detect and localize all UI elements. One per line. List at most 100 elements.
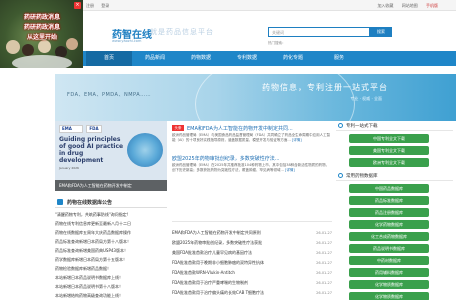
search-button[interactable]: 搜索	[370, 27, 392, 37]
announcement-header: 药物在线数据库公告	[55, 196, 167, 208]
download-icon	[338, 123, 343, 128]
news-title: FDA批准首款WRN-Vlukin-Antitch	[172, 270, 235, 275]
close-icon[interactable]: ×	[74, 2, 81, 9]
db-button-9[interactable]: 化学物质数据库	[349, 280, 429, 289]
featured-detail-link[interactable]: [详情]	[285, 168, 295, 172]
list-item[interactable]: 药品标准查询新增日本药局方第十八版本！	[55, 237, 167, 246]
list-item[interactable]: 药物在线数据库五周年大庆药品数据库操作	[55, 228, 167, 237]
featured-title[interactable]: EMA和FDA为人工智能在药物开发中制定共同...	[187, 126, 293, 132]
register-link[interactable]: 注册	[86, 3, 94, 8]
list-item[interactable]: "清醒药物专利，共筑药事防线"询问指定!	[55, 210, 167, 219]
eu-patent-button[interactable]: 欧洲专利全文下载	[349, 158, 429, 167]
news-title: 美国FDA批准首款治疗儿童罕见病的基因疗法	[172, 250, 253, 255]
list-item[interactable]: 药物检验数据库新增药品数据！	[55, 264, 167, 273]
section-divider	[172, 221, 332, 222]
list-item[interactable]: 药品标准查询新增美国药典USP43版本！	[55, 246, 167, 255]
featured-slide[interactable]: EMA FDA Guiding principles of good AI pr…	[55, 121, 167, 191]
photo-shape	[12, 55, 72, 68]
db-button-3[interactable]: 药品注册数据库	[349, 208, 429, 217]
news-title: FDA批准首款用于治疗严重哮喘的生物制剂	[172, 280, 249, 285]
patent-download-title: 专利一站式下载	[346, 124, 378, 129]
announcement-list: "清醒药物专利，共筑药事防线"询问指定! 药物在线专利信息库更新至最新八月十二日…	[55, 210, 167, 300]
announcement-title: 药物在线数据库公告	[67, 200, 113, 206]
db-button-7[interactable]: 中药材数据库	[349, 256, 429, 265]
banner-left-text: FDA、EMA、PMDA、NMPA……	[67, 92, 152, 98]
news-list: EMA和FDA为人工智能在药物开发中制定共同原则 26-01-27 欧盟2025年…	[172, 228, 332, 298]
mobile-link[interactable]: 手机版	[426, 3, 438, 8]
nav-item-patent-data[interactable]: 专利数据	[224, 51, 270, 66]
featured-summary: 欧洲药品管理局（EMA）在2025年共推荐批准104种药物上市，其中包括38种含…	[172, 163, 332, 178]
slide-caption[interactable]: EMA和FDA为人工智能在药物开发中制定	[55, 180, 167, 191]
nav-item-home[interactable]: 首页	[86, 51, 132, 66]
nav-item-services[interactable]: 服务	[316, 51, 362, 66]
list-item[interactable]: 本站新增日本药品说明书数据库上线！	[55, 273, 167, 282]
us-patent-button[interactable]: 美国专利全文下载	[349, 146, 429, 155]
featured-desc: 欧洲药品管理局（EMA）与美国食品药品监督管理局（FDA）共同确立了药品全生命周…	[172, 133, 331, 142]
db-button-4[interactable]: 化学药物数据库	[349, 220, 429, 229]
list-item[interactable]: FDA批准首款用于治疗严重哮喘的生物制剂 26-01-27	[172, 278, 332, 288]
promo-line-2: 药研药政消息	[23, 24, 60, 31]
nav-label: 服务	[333, 55, 344, 61]
list-item[interactable]: 美国FDA批准首款治疗儿童罕见病的基因疗法 26-01-27	[172, 248, 332, 258]
news-title: FDA批准首款用于晚期非小细胞肺癌的双特异性抗体	[172, 260, 265, 265]
news-date: 26-01-27	[316, 261, 332, 265]
cn-patent-button[interactable]: 中国专利全文下载	[349, 134, 429, 143]
featured-summary: 欧洲药品管理局（EMA）与美国食品药品监督管理局（FDA）共同确立了药品全生命周…	[172, 133, 332, 148]
promo-line-1: 药研药政消息	[23, 14, 60, 21]
utility-links: 加入收藏 网站地图 手机版	[370, 3, 438, 9]
news-title: 欧盟2025年药物审批创纪录，多数突破性疗法获批	[172, 240, 263, 245]
news-date: 26-01-27	[316, 271, 332, 275]
database-header: 常用药物数据库	[336, 171, 453, 181]
nav-item-news[interactable]: 药品新闻	[132, 51, 178, 66]
db-button-5[interactable]: 化工合成药物数据库	[349, 232, 429, 241]
database-icon	[338, 173, 343, 178]
list-item[interactable]: FDA批准首款用于晚期非小细胞肺癌的双特异性抗体 26-01-27	[172, 258, 332, 268]
db-button-6[interactable]: 药品说明书数据库	[349, 244, 429, 253]
sitemap-link[interactable]: 网站地图	[402, 3, 418, 8]
photo-shape	[38, 40, 51, 53]
nav-item-drug-data[interactable]: 药物数据	[178, 51, 224, 66]
list-item[interactable]: FDA批准首款用于治疗偏头痛的长效CAB T细胞疗法 26-01-27	[172, 288, 332, 298]
list-item[interactable]: 本站新增日本药品说明书第十八版本！	[55, 282, 167, 291]
search-input[interactable]: 关键词	[268, 27, 370, 37]
featured-title-row: 欧盟2025年药物审批创纪录，多数突破性疗法...	[172, 155, 332, 163]
promo-line-3: 从这里开始	[26, 34, 57, 41]
list-item[interactable]: FDA批准首款WRN-Vlukin-Antitch 26-01-27	[172, 268, 332, 278]
news-title: EMA和FDA为人工智能在药物开发中制定共同原则	[172, 230, 261, 235]
db-button-2[interactable]: 药品标准数据库	[349, 196, 429, 205]
hero-banner[interactable]: FDA、EMA、PMDA、NMPA…… 药物信息，专利注册一站式平台 专业 · …	[55, 74, 456, 121]
announcement-icon	[57, 199, 63, 205]
list-item[interactable]: 欧盟2025年药物审批创纪录，多数突破性疗法获批 26-01-27	[172, 238, 332, 248]
bookmark-link[interactable]: 加入收藏	[377, 3, 393, 8]
db-button-8[interactable]: 药用辅料数据库	[349, 268, 429, 277]
news-title: FDA批准首款用于治疗偏头痛的长效CAB T细胞疗法	[172, 290, 265, 295]
login-link[interactable]: 登录	[101, 3, 109, 8]
list-item[interactable]: 药学数据库新增日本药局方第十五版本！	[55, 255, 167, 264]
promo-popup[interactable]: 药研药政消息 药研药政消息 从这里开始 ×	[0, 0, 83, 68]
list-item[interactable]: 本站新增结构药物高级查询功能上线！	[55, 291, 167, 300]
list-item[interactable]: 药物在线专利信息库更新至最新八月十二日	[55, 219, 167, 228]
site-slogan: 就是药品信息平台	[150, 28, 214, 36]
featured-detail-link[interactable]: [详情]	[292, 138, 302, 142]
news-date: 26-01-27	[316, 251, 332, 255]
banner-subtitle: 专业 · 权威 · 全面	[350, 96, 382, 101]
news-date: 26-01-27	[316, 231, 332, 235]
featured-article-2: 欧盟2025年药物审批创纪录，多数突破性疗法... 欧洲药品管理局（EMA）在2…	[172, 155, 332, 178]
photo-shape	[6, 40, 20, 54]
banner-title: 药物信息，专利注册一站式平台	[262, 83, 388, 92]
nav-label: 药化专题	[282, 55, 303, 61]
slide-illustration	[127, 133, 163, 167]
fda-logo: FDA	[86, 125, 102, 133]
list-item[interactable]: EMA和FDA为人工智能在药物开发中制定共同原则 26-01-27	[172, 228, 332, 238]
photo-shape	[22, 44, 34, 56]
nav-label: 药物数据	[190, 55, 211, 61]
db-button-1[interactable]: 中国药品数据库	[349, 184, 429, 193]
featured-title[interactable]: 欧盟2025年药物审批创纪录，多数突破性疗法...	[172, 156, 280, 162]
news-date: 26-01-27	[316, 241, 332, 245]
nav-label: 专利数据	[236, 55, 257, 61]
account-links: 注册 登录	[86, 3, 115, 9]
db-button-10[interactable]: 化学物质数据库	[349, 292, 429, 300]
nav-item-chem-topics[interactable]: 药化专题	[270, 51, 316, 66]
news-date: 26-01-27	[316, 291, 332, 295]
search-placeholder: 关键词	[272, 30, 284, 35]
